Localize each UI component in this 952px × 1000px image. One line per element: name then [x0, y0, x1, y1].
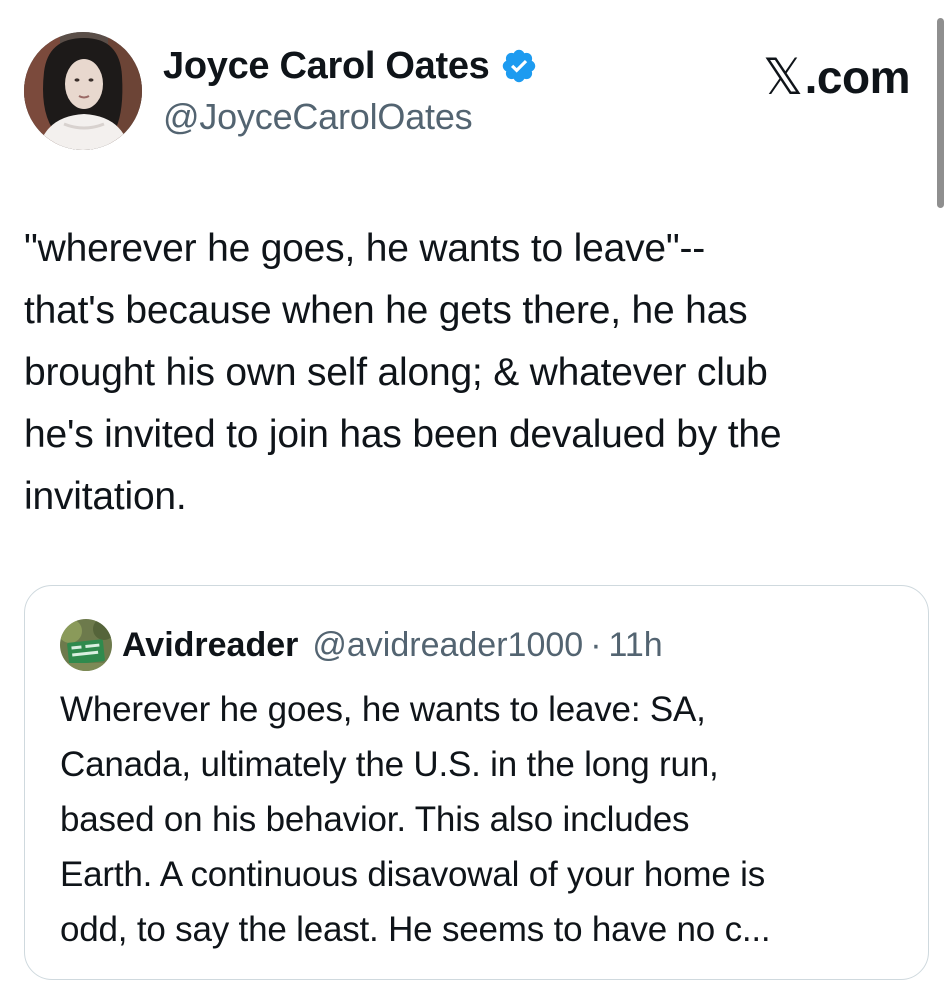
verified-badge-icon — [500, 47, 538, 85]
quoted-avatar-image — [60, 619, 112, 671]
scrollbar[interactable] — [937, 18, 944, 208]
tweet-screenshot: Joyce Carol Oates @JoyceCarolOates 𝕏 .co… — [0, 0, 952, 1000]
author-handle[interactable]: @JoyceCarolOates — [163, 96, 473, 138]
tweet-text: "wherever he goes, he wants to leave"-- … — [24, 218, 934, 528]
author-avatar-image — [24, 32, 142, 150]
quoted-tweet-time[interactable]: 11h — [609, 626, 663, 665]
site-label-text: .com — [804, 51, 911, 103]
quoted-line: odd, to say the least. He seems to have … — [60, 910, 771, 949]
author-display-name[interactable]: Joyce Carol Oates — [163, 45, 490, 88]
tweet-line: "wherever he goes, he wants to leave"-- — [24, 227, 706, 270]
x-com-watermark: 𝕏 .com — [762, 48, 911, 106]
tweet-line: he's invited to join has been devalued b… — [24, 413, 782, 456]
quoted-tweet-header: Avidreader @avidreader1000 · 11h — [60, 619, 663, 671]
dot-separator: · — [590, 625, 602, 664]
tweet-line: that's because when he gets there, he ha… — [24, 289, 748, 332]
author-name-row: Joyce Carol Oates — [163, 42, 538, 90]
quoted-author-avatar[interactable] — [60, 619, 112, 671]
tweet-line: brought his own self along; & whatever c… — [24, 351, 768, 394]
quoted-line: Wherever he goes, he wants to leave: SA, — [60, 690, 706, 729]
x-logo-icon: 𝕏 — [762, 48, 803, 106]
quoted-line: Earth. A continuous disavowal of your ho… — [60, 855, 766, 894]
tweet-line: invitation. — [24, 475, 187, 518]
quoted-line: based on his behavior. This also include… — [60, 800, 690, 839]
quoted-tweet-text: Wherever he goes, he wants to leave: SA,… — [60, 682, 910, 957]
quoted-line: Canada, ultimately the U.S. in the long … — [60, 745, 719, 784]
quoted-tweet-card[interactable]: Avidreader @avidreader1000 · 11h Whereve… — [24, 585, 929, 980]
quoted-author-name[interactable]: Avidreader — [122, 626, 298, 665]
author-avatar[interactable] — [24, 32, 142, 150]
quoted-author-handle[interactable]: @avidreader1000 — [312, 626, 583, 665]
